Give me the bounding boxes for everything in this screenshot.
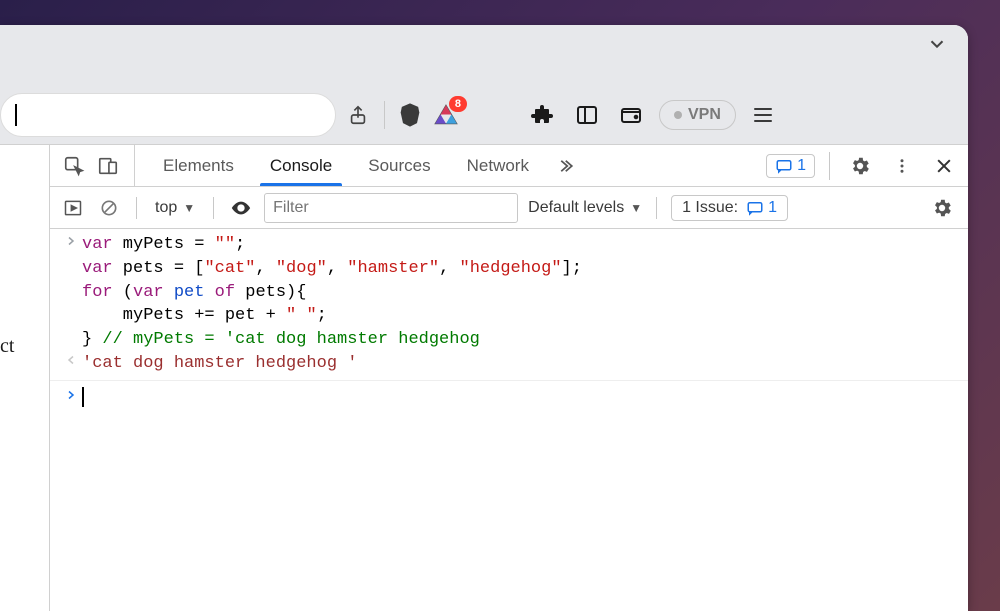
divider (656, 197, 657, 219)
console-output-line: 'cat dog hamster hedgehog ' (50, 352, 968, 376)
brave-rewards-icon[interactable]: 8 (431, 100, 461, 130)
text-cursor (15, 104, 17, 126)
text-cursor (82, 387, 84, 407)
input-prompt-icon (60, 387, 82, 411)
chevron-down-icon: ▼ (183, 201, 195, 215)
tab-sources[interactable]: Sources (352, 145, 446, 186)
console-toolbar: top ▼ Default levels ▼ 1 Issue: (50, 187, 968, 229)
menu-icon[interactable] (748, 102, 778, 128)
kebab-icon[interactable] (886, 150, 918, 182)
messages-chip[interactable]: 1 (766, 154, 815, 178)
output-prompt-icon (60, 352, 82, 376)
extensions-group: VPN (527, 99, 778, 131)
wallet-icon[interactable] (615, 99, 647, 131)
devtools-panel: Elements Console Sources Network 1 (50, 145, 968, 611)
content-area: ct Elements Console Sources Network (0, 145, 968, 611)
tab-network[interactable]: Network (451, 145, 545, 186)
more-tabs-icon[interactable] (549, 150, 581, 182)
address-bar[interactable] (0, 93, 336, 137)
divider (384, 101, 385, 129)
close-icon[interactable] (928, 150, 960, 182)
extensions-icon[interactable] (527, 99, 559, 131)
divider (213, 197, 214, 219)
gear-icon[interactable] (926, 192, 958, 224)
clear-console-icon[interactable] (96, 192, 122, 224)
context-selector[interactable]: top ▼ (151, 197, 199, 219)
device-toggle-icon[interactable] (92, 150, 124, 182)
console-output: 'cat dog hamster hedgehog ' (82, 352, 958, 376)
vpn-button[interactable]: VPN (659, 100, 736, 130)
share-icon[interactable] (342, 99, 374, 131)
filter-input[interactable] (264, 193, 518, 223)
tab-strip (0, 25, 968, 85)
console-body[interactable]: var myPets = ""; var pets = ["cat", "dog… (50, 229, 968, 611)
sidebar-toggle-icon[interactable] (571, 99, 603, 131)
input-prompt-icon (60, 233, 82, 352)
divider (136, 197, 137, 219)
log-levels-selector[interactable]: Default levels ▼ (528, 199, 642, 217)
vpn-label: VPN (688, 106, 721, 124)
divider (829, 152, 830, 180)
inspect-icon[interactable] (58, 150, 90, 182)
page-content-fragment: ct (0, 145, 50, 611)
tab-elements[interactable]: Elements (147, 145, 250, 186)
console-prompt-line[interactable] (50, 380, 968, 411)
play-icon[interactable] (60, 192, 86, 224)
brave-shield-icon[interactable] (395, 100, 425, 130)
console-input-block: var myPets = ""; var pets = ["cat", "dog… (50, 233, 968, 352)
eye-icon[interactable] (228, 192, 254, 224)
tab-console[interactable]: Console (254, 145, 348, 186)
browser-window: 8 VPN ct (0, 25, 968, 611)
chevron-down-icon: ▼ (630, 201, 642, 215)
vpn-status-dot (674, 111, 682, 119)
rewards-badge: 8 (449, 96, 467, 112)
address-toolbar: 8 VPN (0, 85, 968, 145)
gear-icon[interactable] (844, 150, 876, 182)
issues-button[interactable]: 1 Issue: 1 (671, 195, 788, 221)
devtools-tabbar: Elements Console Sources Network 1 (50, 145, 968, 187)
chevron-down-icon[interactable] (926, 33, 948, 55)
